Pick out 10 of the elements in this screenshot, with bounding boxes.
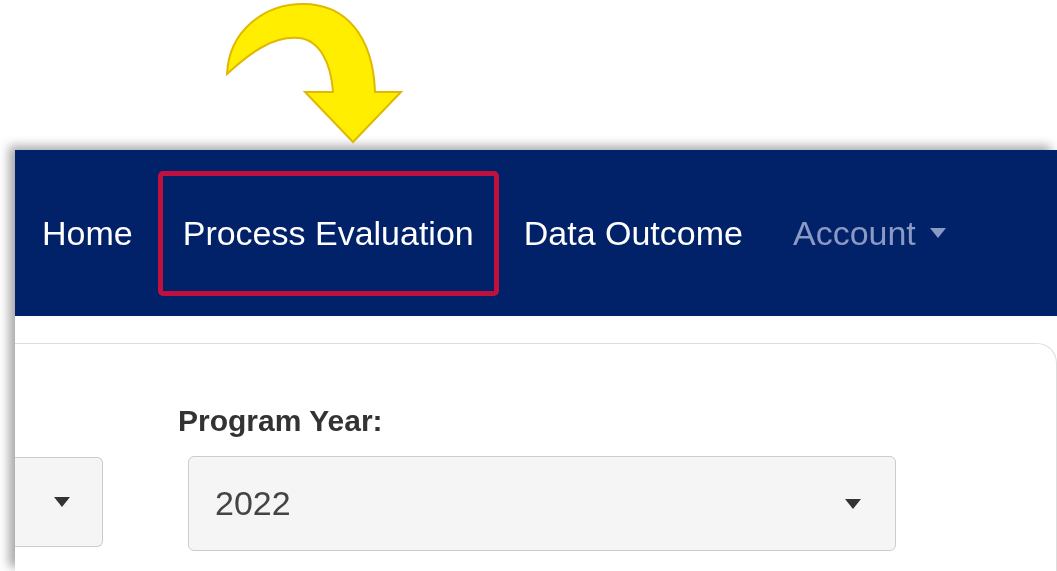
nav-link[interactable]: Home xyxy=(17,170,158,296)
select-field[interactable] xyxy=(15,457,103,547)
caret-icon xyxy=(54,497,70,507)
account-dropdown[interactable]: Account xyxy=(767,170,971,296)
nav-link[interactable]: Data Outcome xyxy=(498,170,768,296)
nav-link[interactable]: Process Evaluation xyxy=(157,170,499,296)
caret-icon xyxy=(845,498,861,509)
field-label: Program Year: xyxy=(178,404,384,438)
caret-icon xyxy=(929,228,946,238)
select-field[interactable]: 2022 xyxy=(188,456,896,551)
